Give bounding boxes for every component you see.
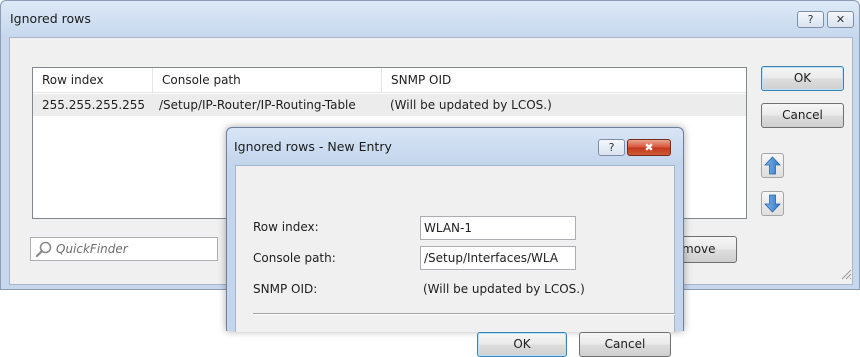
row-index-input[interactable]: WLAN-1 [420, 216, 576, 240]
cancel-button[interactable]: Cancel [761, 103, 844, 128]
move-up-button[interactable] [761, 153, 784, 178]
search-icon [35, 241, 52, 258]
row-index-label: Row index: [253, 220, 319, 234]
window-titlebar[interactable]: Ignored rows ? ✕ [1, 1, 859, 37]
close-icon: ✖ [644, 141, 654, 154]
new-entry-dialog: Ignored rows - New Entry ? ✖ Row index: … [226, 127, 684, 357]
dialog-ok-button[interactable]: OK [477, 332, 567, 357]
dialog-close-button[interactable]: ✖ [627, 139, 671, 156]
help-icon: ? [608, 141, 615, 154]
quickfinder-placeholder: QuickFinder [56, 242, 128, 256]
table-row[interactable]: 255.255.255.255 /Setup/IP-Router/IP-Rout… [33, 94, 746, 116]
dialog-titlebar[interactable]: Ignored rows - New Entry ? ✖ [227, 128, 683, 165]
console-path-input[interactable]: /Setup/Interfaces/WLA [420, 246, 576, 270]
close-button[interactable]: ✕ [827, 11, 854, 28]
help-icon: ? [807, 13, 814, 26]
snmp-oid-label: SNMP OID: [253, 282, 318, 296]
dialog-cancel-button[interactable]: Cancel [579, 332, 671, 357]
resize-grip-icon[interactable] [838, 266, 852, 280]
cell-row-index: 255.255.255.255 [42, 98, 146, 112]
arrow-down-icon [764, 194, 781, 213]
dialog-separator [253, 313, 675, 314]
column-header-console-path[interactable]: Console path [153, 68, 382, 93]
help-button[interactable]: ? [797, 11, 824, 28]
dialog-help-button[interactable]: ? [598, 139, 625, 156]
window-title: Ignored rows [10, 11, 91, 26]
cell-console-path: /Setup/IP-Router/IP-Routing-Table [159, 98, 356, 112]
column-header-snmp-oid[interactable]: SNMP OID [382, 68, 746, 93]
dialog-title: Ignored rows - New Entry [234, 139, 392, 154]
snmp-oid-value: (Will be updated by LCOS.) [423, 282, 585, 296]
close-icon: ✕ [835, 13, 846, 26]
console-path-label: Console path: [253, 251, 336, 265]
dialog-client-area: Row index: WLAN-1 Console path: /Setup/I… [235, 165, 675, 357]
column-header-row-index[interactable]: Row index [33, 68, 153, 93]
cell-snmp-oid: (Will be updated by LCOS.) [390, 98, 552, 112]
quickfinder-search[interactable]: QuickFinder [30, 237, 218, 261]
ok-button[interactable]: OK [761, 66, 844, 91]
move-down-button[interactable] [761, 191, 784, 216]
arrow-up-icon [764, 156, 781, 175]
